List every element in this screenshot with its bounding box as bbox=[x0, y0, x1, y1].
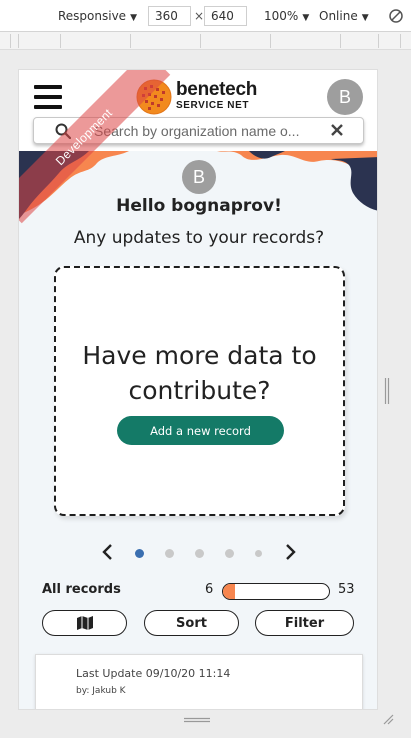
resize-handle-bottom[interactable] bbox=[184, 717, 210, 724]
chevron-left-icon[interactable] bbox=[101, 543, 115, 561]
menu-icon[interactable] bbox=[34, 85, 62, 109]
records-total-count: 53 bbox=[338, 582, 355, 597]
map-icon bbox=[76, 616, 93, 630]
records-progress-bar bbox=[222, 583, 330, 600]
hero-avatar: B bbox=[182, 160, 216, 194]
resize-grip-icon[interactable] bbox=[382, 713, 394, 725]
filter-button[interactable]: Filter bbox=[255, 610, 354, 636]
width-field[interactable]: 360 bbox=[148, 6, 191, 26]
zoom-select[interactable]: 100% ▼ bbox=[264, 9, 309, 23]
sort-button[interactable]: Sort bbox=[144, 610, 239, 636]
search-input[interactable] bbox=[94, 122, 326, 140]
contribute-card: Have more data to contribute? Add a new … bbox=[54, 266, 345, 516]
logo-subtitle: SERVICE NET bbox=[176, 100, 250, 111]
carousel-dot[interactable] bbox=[135, 549, 144, 558]
chevron-down-icon: ▼ bbox=[130, 13, 137, 23]
records-current-count: 6 bbox=[205, 582, 214, 597]
carousel-pager bbox=[19, 543, 377, 563]
carousel-dot[interactable] bbox=[165, 549, 174, 558]
chevron-down-icon: ▼ bbox=[361, 13, 369, 23]
logo-name: benetech bbox=[176, 79, 258, 100]
all-records-label: All records bbox=[42, 582, 121, 597]
add-record-button[interactable]: Add a new record bbox=[117, 416, 284, 445]
height-field[interactable]: 640 bbox=[204, 6, 247, 26]
close-icon[interactable] bbox=[330, 123, 344, 137]
device-mode-label: Responsive bbox=[58, 9, 127, 23]
greeting: Hello bognaprov! bbox=[116, 196, 282, 216]
record-card[interactable]: Last Update 09/10/20 11:14 by: Jakub K bbox=[35, 654, 363, 709]
records-prompt: Any updates to your records? bbox=[73, 228, 325, 248]
device-mode-select[interactable]: Responsive ▼ bbox=[58, 9, 137, 23]
progress-fill bbox=[223, 584, 235, 599]
network-throttle-select[interactable]: Online ▼ bbox=[319, 9, 369, 23]
record-author: by: Jakub K bbox=[76, 686, 126, 696]
devtools-toolbar: Responsive ▼ 360 × 640 100% ▼ Online ▼ bbox=[0, 0, 411, 32]
carousel-dot[interactable] bbox=[255, 550, 262, 557]
resize-handle-right[interactable] bbox=[384, 378, 390, 404]
carousel-dot[interactable] bbox=[195, 549, 204, 558]
rotate-icon[interactable] bbox=[388, 8, 404, 24]
chevron-right-icon[interactable] bbox=[283, 543, 297, 561]
zoom-label: 100% bbox=[264, 9, 299, 23]
network-label: Online bbox=[319, 9, 358, 23]
record-last-update: Last Update 09/10/20 11:14 bbox=[76, 667, 231, 680]
chevron-down-icon: ▼ bbox=[302, 13, 310, 23]
avatar[interactable]: B bbox=[327, 79, 363, 115]
dimension-separator: × bbox=[194, 9, 205, 23]
device-viewport: benetech SERVICE NET B Development B Hel… bbox=[18, 69, 378, 710]
media-query-ruler bbox=[0, 32, 411, 50]
carousel-dot[interactable] bbox=[225, 549, 234, 558]
map-view-button[interactable] bbox=[42, 610, 127, 636]
logo-wordmark: benetech SERVICE NET bbox=[176, 80, 257, 112]
card-title: Have more data to contribute? bbox=[82, 341, 317, 405]
